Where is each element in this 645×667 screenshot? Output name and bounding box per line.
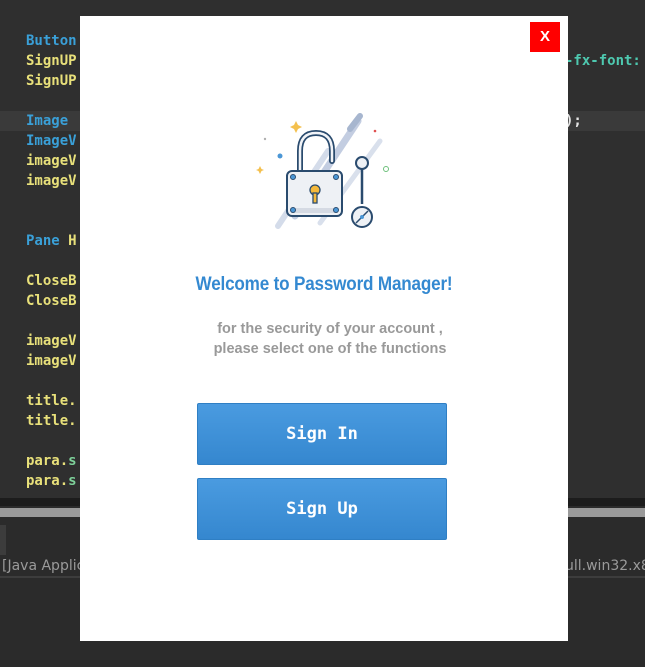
welcome-title: Welcome to Password Manager! <box>195 274 453 295</box>
padlock-key-icon <box>256 113 389 229</box>
code-token: Pane <box>26 233 69 249</box>
code-line: CloseB <box>26 291 77 311</box>
close-button[interactable]: X <box>530 22 560 52</box>
code-line: title. <box>26 411 77 431</box>
code-line: SignUP <box>26 71 77 91</box>
code-token: H <box>68 233 77 249</box>
code-line: title. <box>26 391 77 411</box>
code-token: imageV <box>26 153 77 169</box>
code-token: imageV <box>26 173 77 189</box>
sign-in-button[interactable]: Sign In <box>197 403 447 465</box>
code-line: para.s <box>26 471 77 491</box>
console-tab[interactable] <box>0 525 6 555</box>
code-token: imageV <box>26 333 77 349</box>
code-token: ImageV <box>26 133 77 149</box>
console-launch-path: ull.win32.x86 <box>565 558 645 574</box>
code-line: SignUP <box>26 51 77 71</box>
code-token: s <box>68 453 77 469</box>
subtitle-line-2: please select one of the functions <box>213 341 447 357</box>
code-line: CloseB <box>26 271 77 291</box>
code-line: imageV <box>26 151 77 171</box>
code-token: para. <box>26 473 69 489</box>
code-line: Pane H <box>26 231 77 251</box>
code-token: para. <box>26 453 69 469</box>
password-manager-dialog: X Welcome to Password Manager! for the s… <box>80 16 568 641</box>
code-token: s <box>68 473 77 489</box>
code-token: title. <box>26 393 77 409</box>
code-token: imageV <box>26 353 77 369</box>
sign-up-button[interactable]: Sign Up <box>197 478 447 540</box>
code-line: para.s <box>26 451 77 471</box>
subtitle-line-1: for the security of your account , <box>217 321 443 337</box>
code-token: Image <box>26 113 77 129</box>
code-token: title. <box>26 413 77 429</box>
code-line: imageV <box>26 171 77 191</box>
code-token: SignUP <box>26 73 77 89</box>
code-line: Image <box>26 111 77 131</box>
subtitle: for the security of your account , pleas… <box>180 319 480 359</box>
code-token: Button <box>26 33 77 49</box>
code-token: CloseB <box>26 273 77 289</box>
code-line: ImageV <box>26 131 77 151</box>
code-line: imageV <box>26 331 77 351</box>
code-fragment-right-1: -fx-font: <box>565 51 641 71</box>
code-line: imageV <box>26 351 77 371</box>
code-token: CloseB <box>26 293 77 309</box>
code-token: -fx-font: <box>565 53 641 69</box>
code-token: SignUP <box>26 53 77 69</box>
code-line: Button <box>26 31 77 51</box>
console-launch-text: [Java Applic <box>2 558 85 574</box>
